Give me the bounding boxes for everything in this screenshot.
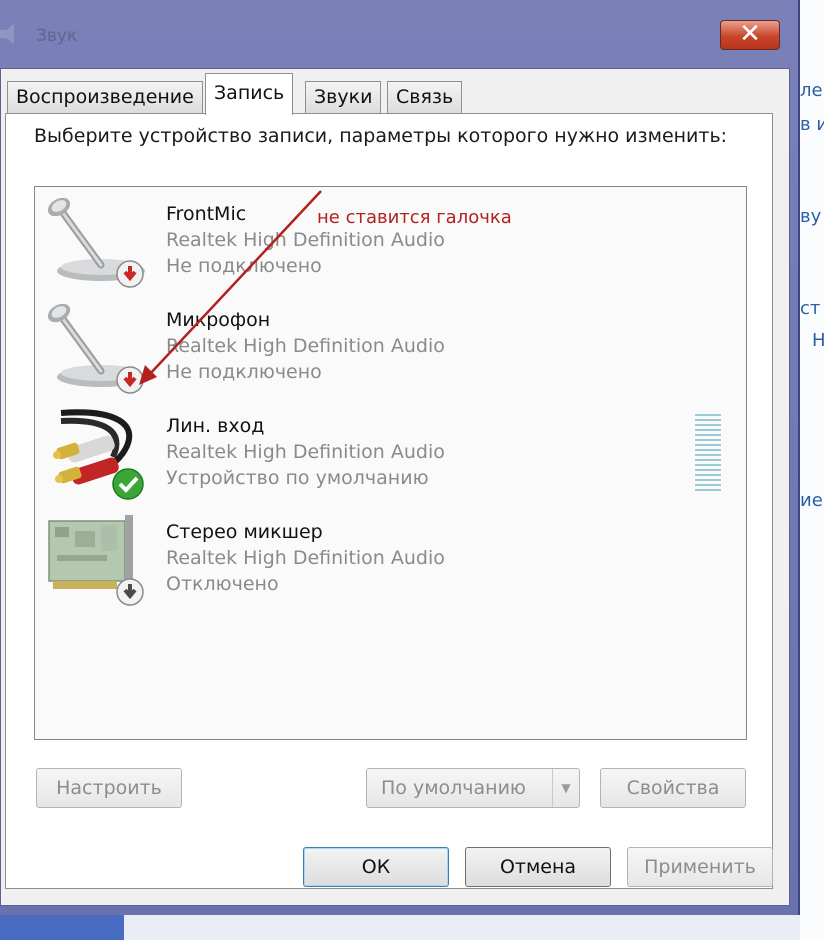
device-name: Стерео микшер — [166, 521, 323, 543]
configure-button[interactable]: Настроить — [36, 768, 182, 808]
device-item-microphone[interactable]: Микрофон Realtek High Definition Audio Н… — [35, 295, 735, 401]
device-item-frontmic[interactable]: FrontMic Realtek High Definition Audio Н… — [35, 189, 735, 295]
properties-button[interactable]: Свойства — [600, 768, 746, 808]
background-text: ст — [800, 298, 821, 319]
sound-dialog: Звук ✕ Воспроизведение Запись Звуки Связ… — [0, 0, 800, 915]
disconnected-badge-icon — [116, 366, 144, 394]
device-status: Отключено — [166, 573, 279, 595]
background-text: ие — [800, 490, 823, 511]
disabled-badge-icon — [116, 578, 144, 606]
apply-button[interactable]: Применить — [627, 847, 773, 887]
background-window: ле в и ву ст Н ие — [800, 0, 824, 940]
device-driver: Realtek High Definition Audio — [166, 335, 445, 357]
window-title: Звук — [36, 26, 78, 46]
title-bar[interactable]: Звук ✕ — [0, 0, 800, 60]
speaker-icon — [0, 24, 14, 44]
disconnected-badge-icon — [116, 260, 144, 288]
background-text: Н — [812, 330, 824, 351]
device-status: Устройство по умолчанию — [166, 467, 429, 489]
device-status: Не подключено — [166, 255, 322, 277]
set-default-label: По умолчанию — [381, 777, 526, 799]
set-default-button[interactable]: По умолчанию ▼ — [366, 768, 580, 808]
chevron-down-icon[interactable]: ▼ — [552, 769, 579, 807]
device-driver: Realtek High Definition Audio — [166, 229, 445, 251]
tab-recording[interactable]: Запись — [205, 73, 294, 115]
background-text: в и — [800, 114, 824, 135]
device-item-stereo-mixer[interactable]: Стерео микшер Realtek High Definition Au… — [35, 507, 735, 613]
annotation-text: не ставится галочка — [317, 207, 512, 228]
tab-communications[interactable]: Связь — [387, 81, 463, 114]
taskbar — [0, 915, 124, 940]
device-driver: Realtek High Definition Audio — [166, 547, 445, 569]
recording-panel: Выберите устройство записи, параметры ко… — [5, 113, 773, 889]
device-name: Микрофон — [166, 309, 271, 331]
device-name: FrontMic — [166, 203, 247, 225]
instruction-text: Выберите устройство записи, параметры ко… — [34, 125, 728, 147]
dialog-client-area: Воспроизведение Запись Звуки Связь Выбер… — [0, 68, 790, 906]
tab-playback[interactable]: Воспроизведение — [7, 81, 203, 114]
background-text: ву — [800, 206, 822, 227]
tab-sounds[interactable]: Звуки — [305, 81, 382, 114]
cancel-button[interactable]: Отмена — [465, 847, 611, 887]
device-item-line-in[interactable]: Лин. вход Realtek High Definition Audio … — [35, 401, 735, 507]
device-name: Лин. вход — [166, 415, 265, 437]
ok-button[interactable]: ОК — [303, 847, 449, 887]
close-button[interactable]: ✕ — [720, 20, 780, 50]
background-text: ле — [800, 80, 823, 101]
level-meter — [695, 414, 721, 491]
device-list[interactable]: FrontMic Realtek High Definition Audio Н… — [34, 186, 747, 740]
default-check-icon — [112, 468, 144, 500]
device-status: Не подключено — [166, 361, 322, 383]
device-driver: Realtek High Definition Audio — [166, 441, 445, 463]
